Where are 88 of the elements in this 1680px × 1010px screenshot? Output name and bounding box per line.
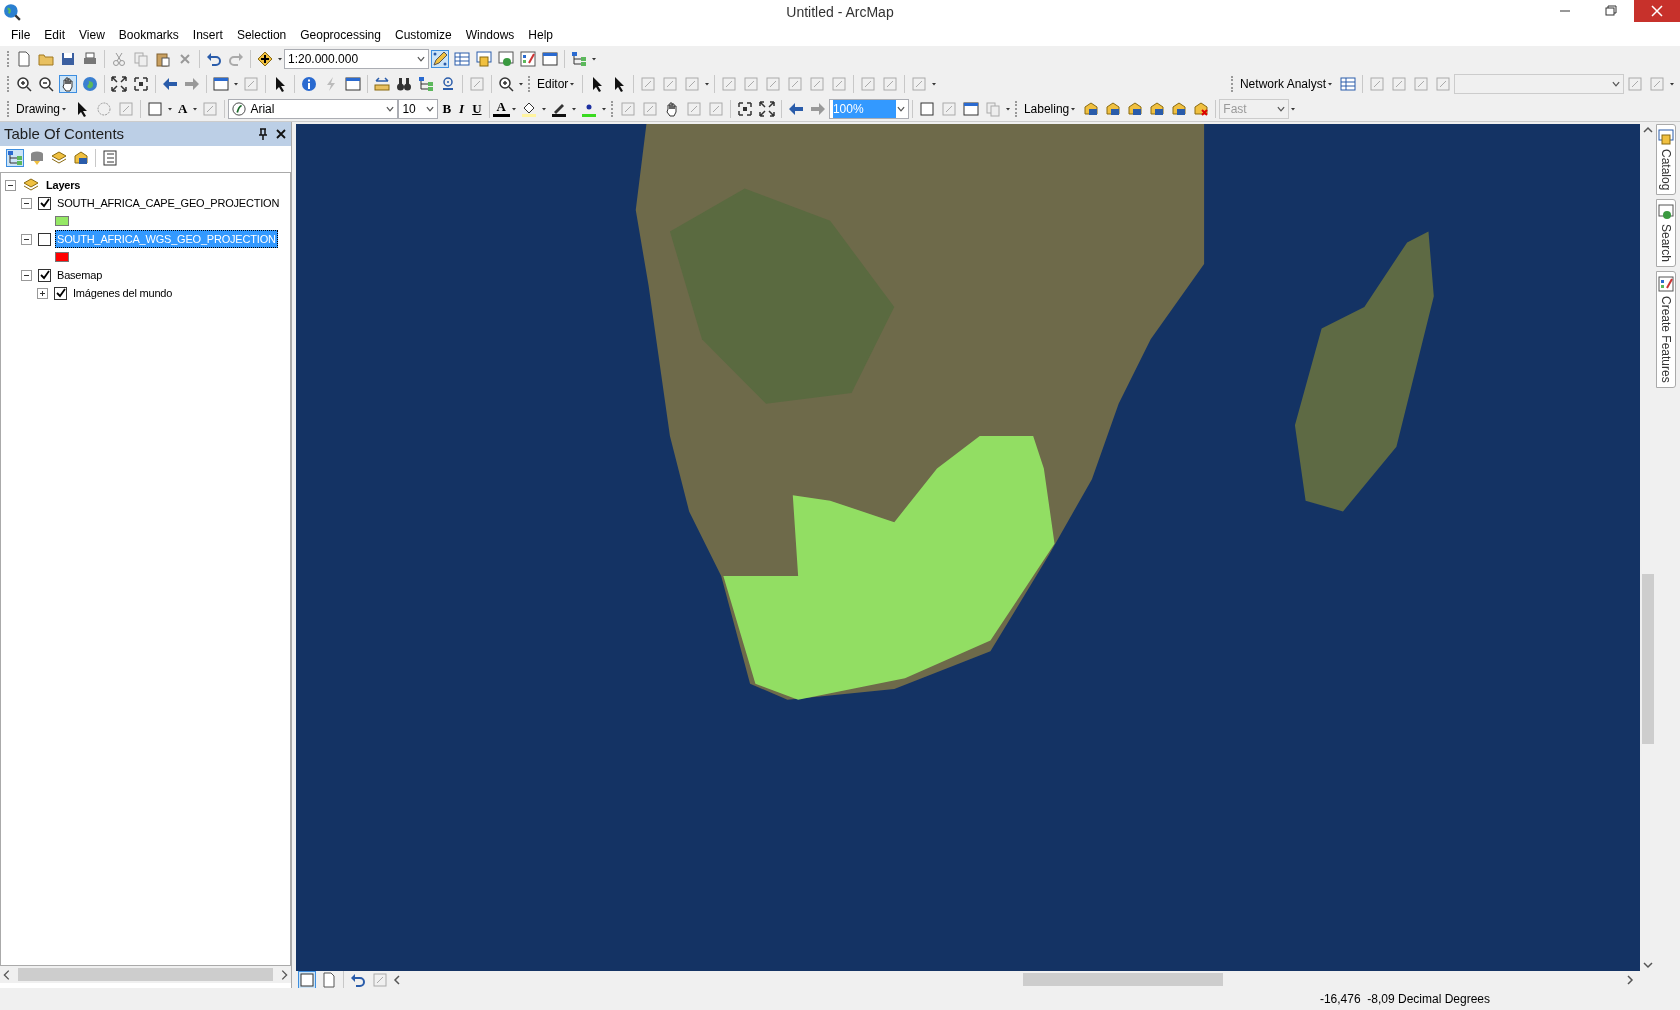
data-view-icon[interactable] [299,971,315,988]
new-document-icon[interactable] [16,50,32,67]
panel-title: Table Of Contents [4,123,125,144]
search-window-icon [1658,204,1674,221]
checkmark-icon [55,288,66,298]
layer-name[interactable]: Layers [44,175,83,195]
collapse-icon[interactable] [21,269,32,281]
scrollbar-thumb[interactable] [1023,973,1223,986]
menu-item[interactable]: Windows [458,25,522,45]
window-title: Untitled - ArcMap [786,2,894,22]
scroll-down-icon[interactable] [1642,959,1654,971]
dock-tab[interactable]: Create Features [1656,271,1676,389]
paste-icon[interactable] [155,50,171,67]
measure-icon[interactable] [374,75,390,92]
layers-stack-icon [22,177,40,193]
format-button[interactable]: U [468,98,486,119]
network-analyst-menu[interactable]: Network Analyst [1236,74,1337,93]
list-by-drawing-order-icon[interactable] [7,150,23,166]
layer-name[interactable]: SOUTH_AFRICA_CAPE_GEO_PROJECTION [55,193,282,213]
menu-item[interactable]: Help [521,25,561,45]
checkbox[interactable] [38,268,51,282]
printer-icon[interactable] [82,50,98,67]
font-color-button[interactable]: A [492,100,510,117]
dock-tab[interactable]: Catalog [1656,124,1676,196]
globe-icon[interactable] [82,75,98,92]
binoculars-icon[interactable] [396,75,412,92]
fill-color-icon[interactable] [520,100,537,117]
checkmark-icon [39,198,50,208]
format-button[interactable]: B [438,98,456,119]
editor-menu[interactable]: Editor [534,74,580,93]
zoom-in-icon[interactable] [16,75,32,92]
scale-combo[interactable]: 1:20.000.000 [284,48,429,69]
unplaced-labels-icon[interactable] [1193,100,1210,117]
menu-item[interactable]: Insert [185,25,230,45]
scrollbar-thumb[interactable] [1642,574,1654,744]
pin-icon[interactable] [257,128,269,140]
checkbox[interactable] [38,232,51,246]
text-tool-button[interactable]: A [174,98,192,119]
scrollbar-thumb[interactable] [18,968,273,981]
font-size-combo[interactable]: 10 [398,98,439,119]
pan-page-icon[interactable] [663,100,680,117]
search-window-icon[interactable] [498,50,514,67]
zoom-in-arrows-icon[interactable] [111,75,127,92]
checkbox[interactable] [54,286,67,300]
scroll-left-icon[interactable] [391,973,403,986]
menu-item[interactable]: Geoprocessing [293,25,388,45]
dock-tab[interactable]: Search [1656,199,1676,268]
collapse-icon[interactable] [21,197,32,209]
layout-view-icon[interactable] [321,971,337,988]
collapse-icon[interactable] [21,233,32,245]
magnifier-window-icon[interactable] [498,75,514,92]
list-by-source-icon[interactable] [29,150,45,166]
format-button[interactable]: I [455,98,469,119]
menu-item[interactable]: Selection [229,25,294,45]
table-icon[interactable] [454,50,470,67]
scroll-right-icon[interactable] [1624,973,1636,986]
model-builder-icon[interactable] [571,50,587,67]
xy-target-icon[interactable] [440,75,456,92]
app-globe-icon [3,3,21,21]
font-combo[interactable]: Arial [228,98,399,119]
collapse-icon[interactable] [5,179,16,191]
info-icon[interactable] [301,75,317,92]
coordinates-readout: -16,476 -8,09 Decimal Degrees [1319,991,1490,1008]
menu-item[interactable]: Customize [387,25,459,45]
fixed-zoom-in-icon[interactable] [736,100,753,117]
menu-item[interactable]: View [72,25,112,45]
layer-name[interactable]: Basemap [55,265,105,285]
zoom-out-icon[interactable] [38,75,54,92]
menu-item[interactable]: Bookmarks [111,25,186,45]
list-by-visibility-icon[interactable] [51,150,67,166]
menu-item[interactable]: File [4,25,38,45]
labeling-menu[interactable]: Labeling [1020,99,1081,118]
save-icon[interactable] [60,50,76,67]
zoom-out-arrows-icon[interactable] [133,75,149,92]
checkbox[interactable] [38,196,51,210]
layer-name[interactable]: Imágenes del mundo [71,283,175,303]
editor-toolbar-icon[interactable] [432,50,448,67]
font-type-icon [232,101,247,116]
options-icon[interactable] [102,150,118,166]
fixed-zoom-out-icon[interactable] [758,100,775,117]
drawing-menu[interactable]: Drawing [13,99,71,118]
pan-hand-icon[interactable] [60,75,76,92]
expand-icon[interactable] [37,287,48,299]
add-data-icon[interactable] [257,50,273,67]
close-icon[interactable] [275,128,287,140]
rectangle-icon[interactable] [147,100,163,117]
checkmark-icon [39,270,50,280]
menu-item[interactable]: Edit [37,25,73,45]
